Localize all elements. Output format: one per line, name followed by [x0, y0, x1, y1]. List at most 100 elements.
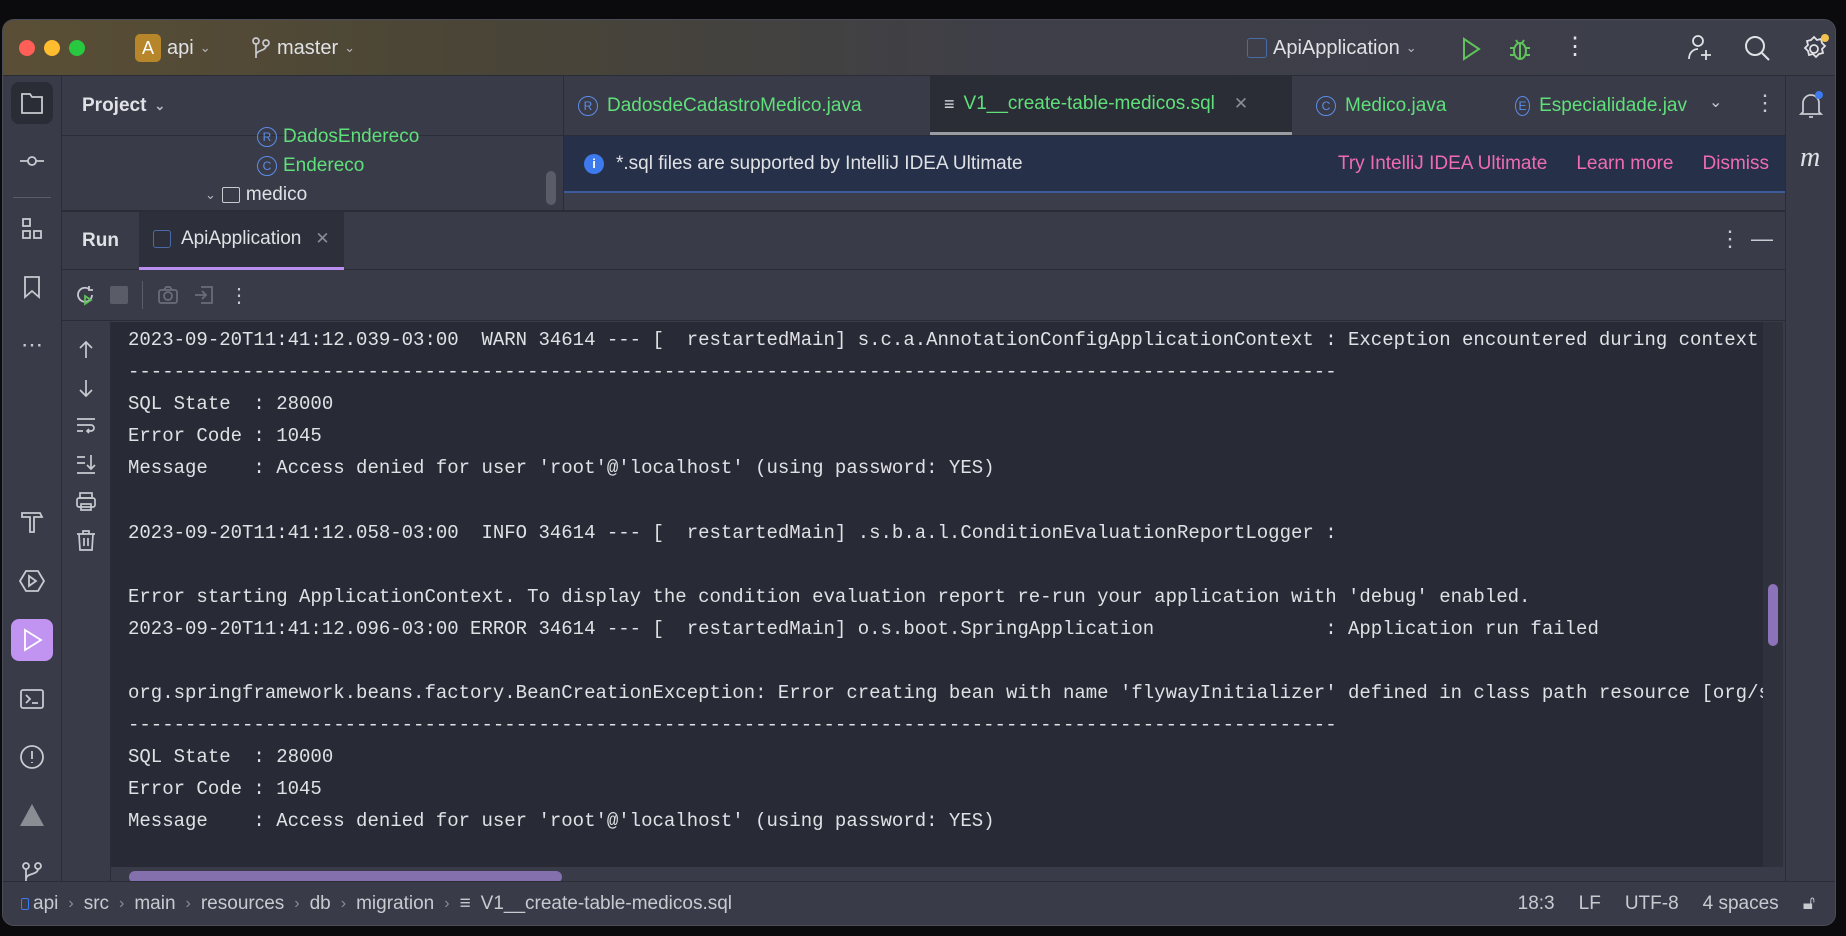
lock-icon[interactable]: 🔓︎ [1803, 893, 1815, 915]
console-vertical-scrollbar[interactable] [1763, 322, 1783, 867]
run-icon[interactable] [1459, 36, 1483, 62]
more-icon: ⋯ [21, 332, 43, 357]
commit-icon [20, 156, 44, 166]
search-icon[interactable] [1743, 34, 1771, 62]
chevron-right-icon: › [340, 894, 347, 912]
rerun-icon[interactable] [74, 284, 96, 306]
learn-more-link[interactable]: Learn more [1576, 153, 1673, 175]
chevron-down-icon: ⌄ [344, 40, 356, 55]
tab-medico[interactable]: C Medico.java [1302, 76, 1460, 135]
console-line: 2023-09-20T11:41:12.039-03:00 WARN 34614… [128, 329, 1759, 351]
console-line: ----------------------------------------… [128, 361, 1337, 384]
run-tool-button[interactable] [11, 619, 53, 661]
run-config-selector[interactable]: ApiApplication ⌄ [1247, 34, 1417, 62]
problems-tool-button[interactable] [11, 736, 53, 778]
structure-tool-button[interactable] [11, 208, 53, 250]
problems-icon [20, 745, 44, 769]
editor-area [564, 193, 1785, 210]
breadcrumb-item[interactable]: resources [201, 893, 284, 915]
project-tool-button[interactable] [11, 82, 53, 124]
tree-item-label: Endereco [283, 155, 365, 176]
close-tab-icon[interactable]: ✕ [315, 229, 329, 249]
breadcrumb-item[interactable]: db [310, 893, 331, 915]
minimize-panel-icon[interactable]: — [1751, 226, 1773, 252]
tab-especialidade[interactable]: E Especialidade.jav [1501, 76, 1701, 135]
scroll-to-end-icon[interactable] [74, 452, 98, 476]
chevron-right-icon: › [294, 894, 300, 912]
app-config-icon [152, 230, 171, 248]
breadcrumb-item[interactable]: main [134, 893, 175, 915]
more-icon[interactable]: ⋮ [1719, 226, 1741, 252]
more-icon[interactable]: ⋮ [1563, 32, 1587, 61]
project-selector[interactable]: A api ⌄ [135, 34, 211, 62]
breadcrumb-item[interactable]: api [33, 893, 58, 915]
exit-icon[interactable] [193, 284, 215, 306]
console-line: Error Code : 1045 [128, 778, 322, 801]
chevron-down-icon: ⌄ [199, 40, 211, 55]
console-line: Message : Access denied for user 'root'@… [128, 457, 995, 480]
banner-message: *.sql files are supported by IntelliJ ID… [616, 152, 1023, 174]
maven-icon[interactable]: m [1800, 142, 1820, 174]
more-icon[interactable]: ⋮ [229, 283, 249, 308]
debug-icon[interactable] [1508, 36, 1532, 62]
file-encoding[interactable]: UTF-8 [1625, 893, 1679, 915]
minimize-window-button[interactable] [44, 40, 60, 56]
try-ultimate-link[interactable]: Try IntelliJ IDEA Ultimate [1338, 153, 1547, 175]
chevron-right-icon: › [185, 894, 191, 912]
console-lines: 2023-09-20T11:41:12.039-03:00 WARN 34614… [128, 324, 1763, 838]
build-tool-button[interactable] [11, 501, 53, 543]
services-tool-button[interactable] [11, 560, 53, 602]
bookmarks-tool-button[interactable] [11, 266, 53, 308]
tab-label: ApiApplication [180, 228, 302, 249]
tab-label: Medico.java [1345, 94, 1447, 116]
soft-wrap-icon[interactable] [74, 414, 98, 438]
console-line: Error starting ApplicationContext. To di… [128, 585, 1531, 608]
project-name: api [167, 36, 194, 59]
breadcrumb-item[interactable]: src [84, 893, 109, 915]
add-user-icon[interactable] [1686, 34, 1714, 62]
tree-item[interactable]: ⌄ medico [205, 184, 307, 206]
tab-dadosdecadastromedico[interactable]: R DadosdeCadastroMedico.java [564, 76, 876, 135]
scrollbar-thumb[interactable] [1768, 584, 1778, 646]
notifications-warning-button[interactable] [11, 794, 53, 836]
trash-icon[interactable] [74, 528, 98, 552]
more-icon[interactable]: ⋮ [1754, 90, 1776, 116]
project-scrollbar[interactable] [546, 171, 556, 205]
tree-item[interactable]: R DadosEndereco [257, 126, 419, 148]
indent-setting[interactable]: 4 spaces [1703, 893, 1779, 915]
notifications-icon[interactable] [1798, 90, 1826, 120]
branch-selector[interactable]: master ⌄ [251, 34, 355, 62]
project-panel: Project ⌄ R DadosEndereco C Endereco ⌄ medic… [62, 76, 564, 210]
divider [142, 281, 143, 309]
chevron-right-icon: › [119, 894, 125, 912]
tabs-dropdown-icon[interactable]: ⌄ [1709, 92, 1722, 112]
scroll-down-icon[interactable] [74, 376, 98, 400]
zoom-window-button[interactable] [69, 40, 85, 56]
caret-position[interactable]: 18:3 [1518, 893, 1555, 915]
line-ending[interactable]: LF [1579, 893, 1601, 915]
stop-icon[interactable] [110, 286, 128, 304]
camera-icon[interactable] [157, 284, 179, 306]
commit-tool-button[interactable] [11, 140, 53, 182]
run-toolbar: ⋮ [62, 270, 1785, 321]
scroll-up-icon[interactable] [74, 338, 98, 362]
bookmark-icon [24, 276, 40, 299]
console-line: ----------------------------------------… [128, 714, 1337, 737]
status-bar: api › src › main › resources › db › migration › ≡ V1_… [3, 881, 1835, 925]
tree-item[interactable]: C Endereco [257, 155, 364, 177]
console-output[interactable]: 2023-09-20T11:41:12.039-03:00 WARN 34614… [111, 322, 1763, 867]
divider [13, 197, 51, 198]
dismiss-link[interactable]: Dismiss [1703, 153, 1770, 175]
breadcrumb-item[interactable]: V1__create-table-medicos.sql [481, 893, 732, 915]
close-window-button[interactable] [19, 40, 35, 56]
tab-apiapplication[interactable]: ApiApplication ✕ [138, 211, 344, 270]
tab-v1-create-table-medicos[interactable]: ≡ V1__create-table-medicos.sql ✕ [930, 76, 1292, 135]
breadcrumb-item[interactable]: migration [356, 893, 434, 915]
tab-label: V1__create-table-medicos.sql [963, 93, 1215, 114]
more-tools-button[interactable]: ⋯ [11, 324, 53, 366]
print-icon[interactable] [74, 490, 98, 514]
close-tab-icon[interactable]: ✕ [1234, 94, 1248, 114]
settings-icon[interactable] [1800, 33, 1830, 63]
terminal-tool-button[interactable] [11, 678, 53, 720]
